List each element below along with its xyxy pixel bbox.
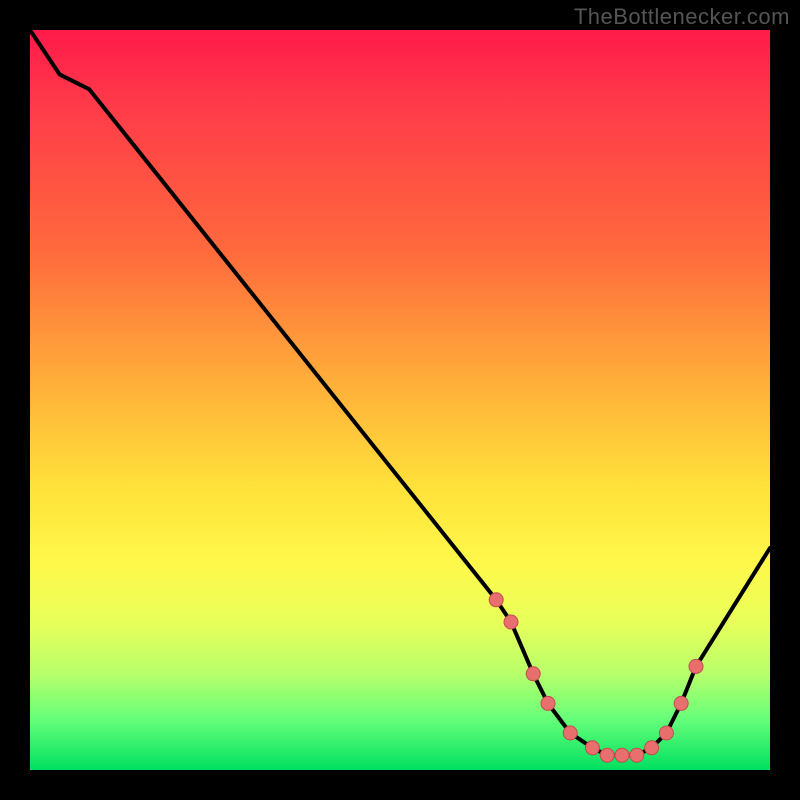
marker-point bbox=[563, 726, 577, 740]
marker-point bbox=[674, 696, 688, 710]
chart-overlay bbox=[30, 30, 770, 770]
marker-point bbox=[659, 726, 673, 740]
marker-point bbox=[630, 748, 644, 762]
marker-point bbox=[526, 667, 540, 681]
marker-point bbox=[504, 615, 518, 629]
marker-point bbox=[585, 741, 599, 755]
marker-point bbox=[489, 593, 503, 607]
watermark-label: TheBottlenecker.com bbox=[574, 4, 790, 30]
marker-point bbox=[541, 696, 555, 710]
marker-point bbox=[600, 748, 614, 762]
marker-point bbox=[689, 659, 703, 673]
marker-group bbox=[489, 593, 703, 762]
marker-point bbox=[615, 748, 629, 762]
bottleneck-curve bbox=[30, 30, 770, 755]
plot-area bbox=[30, 30, 770, 770]
chart-frame: TheBottlenecker.com bbox=[0, 0, 800, 800]
marker-point bbox=[645, 741, 659, 755]
